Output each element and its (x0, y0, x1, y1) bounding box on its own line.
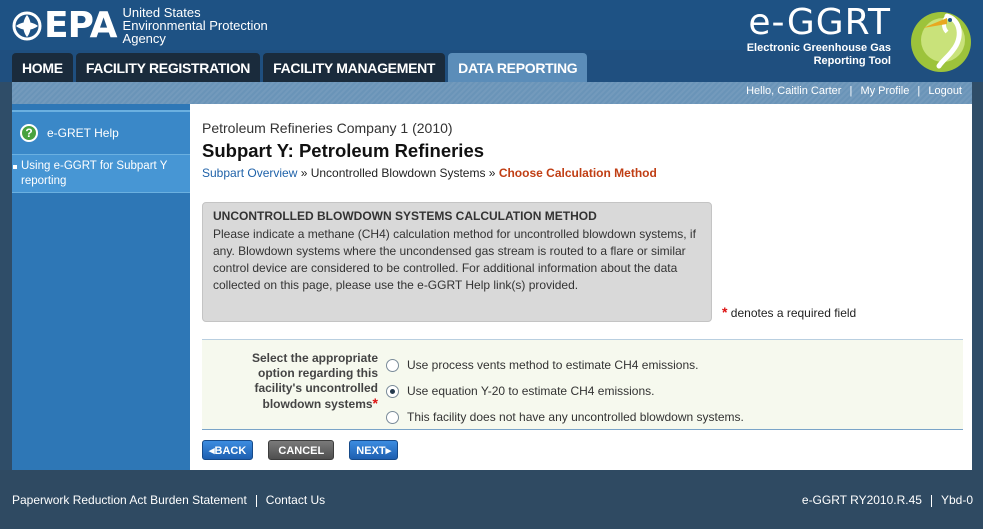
breadcrumb-current: Choose Calculation Method (498, 166, 657, 180)
option-no-uncontrolled-blowdown[interactable]: This facility does not have any uncontro… (386, 404, 744, 430)
paperwork-reduction-link[interactable]: Paperwork Reduction Act Burden Statement (12, 493, 247, 507)
required-star: * (722, 304, 728, 320)
cancel-button[interactable]: CANCEL (268, 440, 335, 460)
epa-line-3: Agency (122, 31, 166, 46)
epa-agency-name: United States Environmental Protection A… (123, 6, 268, 45)
option-equation-y20[interactable]: Use equation Y-20 to estimate CH4 emissi… (386, 378, 744, 404)
user-bar-separator: | (917, 85, 921, 97)
next-button[interactable]: NEXT▸ (349, 440, 399, 460)
option-label: Use process vents method to estimate CH4… (407, 358, 699, 372)
help-link-subpart-y[interactable]: Using e-GGRT for Subpart Y reporting (12, 154, 190, 193)
question-label: Select the appropriate option regarding … (220, 351, 378, 412)
breadcrumb: Subpart Overview » Uncontrolled Blowdown… (202, 166, 657, 180)
sidebar: ? e-GRET Help Using e-GGRT for Subpart Y… (12, 104, 190, 470)
main-nav-tabs: HOME FACILITY REGISTRATION FACILITY MANA… (12, 53, 590, 82)
breadcrumb-separator: » (485, 166, 499, 180)
my-profile-link[interactable]: My Profile (860, 85, 909, 97)
info-body: Please indicate a methane (CH4) calculat… (213, 227, 696, 292)
option-label: This facility does not have any uncontro… (407, 410, 744, 424)
back-button[interactable]: ◂BACK (202, 440, 254, 460)
footer: Paperwork Reduction Act Burden Statement… (0, 470, 983, 529)
help-icon: ? (20, 124, 38, 142)
info-title: UNCONTROLLED BLOWDOWN SYSTEMS CALCULATIO… (213, 209, 597, 223)
option-label: Use equation Y-20 to estimate CH4 emissi… (407, 384, 655, 398)
form-buttons: ◂BACK CANCEL NEXT▸ (202, 440, 413, 460)
footer-links: Paperwork Reduction Act Burden Statement… (12, 493, 325, 507)
user-bar-separator: | (849, 85, 853, 97)
footer-version: e-GGRT RY2010.R.45 Ybd-0 (802, 493, 973, 507)
method-options: Use process vents method to estimate CH4… (386, 352, 744, 430)
user-greeting: Hello, Caitlin Carter (746, 85, 842, 97)
breadcrumb-uncontrolled-blowdown: Uncontrolled Blowdown Systems (310, 166, 486, 180)
radio-process-vents[interactable] (386, 358, 399, 372)
option-process-vents[interactable]: Use process vents method to estimate CH4… (386, 352, 744, 378)
company-name: Petroleum Refineries Company 1 (2010) (202, 120, 453, 136)
radio-equation-y20[interactable] (386, 384, 399, 398)
user-bar: Hello, Caitlin Carter | My Profile | Log… (12, 82, 972, 104)
tab-facility-registration[interactable]: FACILITY REGISTRATION (75, 53, 261, 82)
contact-us-link[interactable]: Contact Us (266, 493, 325, 507)
help-link-label: Using e-GGRT for Subpart Y reporting (21, 160, 168, 187)
calculation-method-form: Select the appropriate option regarding … (202, 339, 963, 430)
eggrt-title: e-GGRT (748, 2, 891, 43)
version-text: e-GGRT RY2010.R.45 (801, 493, 922, 507)
footer-divider (255, 494, 257, 507)
epa-logo[interactable]: EPA United States Environmental Protecti… (12, 6, 268, 45)
epa-flower-icon (12, 11, 42, 40)
header: EPA United States Environmental Protecti… (0, 0, 983, 82)
help-header: ? e-GRET Help (12, 110, 190, 154)
required-note-text: denotes a required field (730, 306, 857, 320)
footer-divider (930, 494, 932, 507)
info-panel: UNCONTROLLED BLOWDOWN SYSTEMS CALCULATIO… (202, 202, 712, 322)
radio-no-uncontrolled-blowdown[interactable] (386, 410, 399, 424)
tab-home[interactable]: HOME (12, 53, 73, 82)
heron-logo-icon (911, 12, 971, 72)
page-title: Subpart Y: Petroleum Refineries (202, 140, 485, 161)
breadcrumb-subpart-overview[interactable]: Subpart Overview (202, 166, 297, 180)
required-star: * (372, 395, 378, 411)
help-title: e-GRET Help (47, 126, 119, 140)
bullet-icon (13, 165, 17, 169)
eggrt-subtitle-line-2: Reporting Tool (813, 55, 891, 67)
eggrt-subtitle: Electronic Greenhouse Gas Reporting Tool (747, 42, 891, 68)
required-field-note: * denotes a required field (722, 304, 856, 320)
tab-data-reporting[interactable]: DATA REPORTING (448, 53, 588, 82)
question-text: Select the appropriate option regarding … (251, 351, 378, 411)
tab-facility-management[interactable]: FACILITY MANAGEMENT (263, 53, 446, 82)
build-text: Ybd-0 (940, 493, 973, 507)
epa-wordmark: EPA (44, 4, 118, 46)
eggrt-subtitle-line-1: Electronic Greenhouse Gas (746, 42, 891, 54)
main-content: Petroleum Refineries Company 1 (2010) Su… (190, 104, 972, 470)
breadcrumb-separator: » (297, 166, 311, 180)
logout-link[interactable]: Logout (928, 85, 962, 97)
eggrt-logo: e-GGRT Electronic Greenhouse Gas Reporti… (747, 2, 973, 72)
